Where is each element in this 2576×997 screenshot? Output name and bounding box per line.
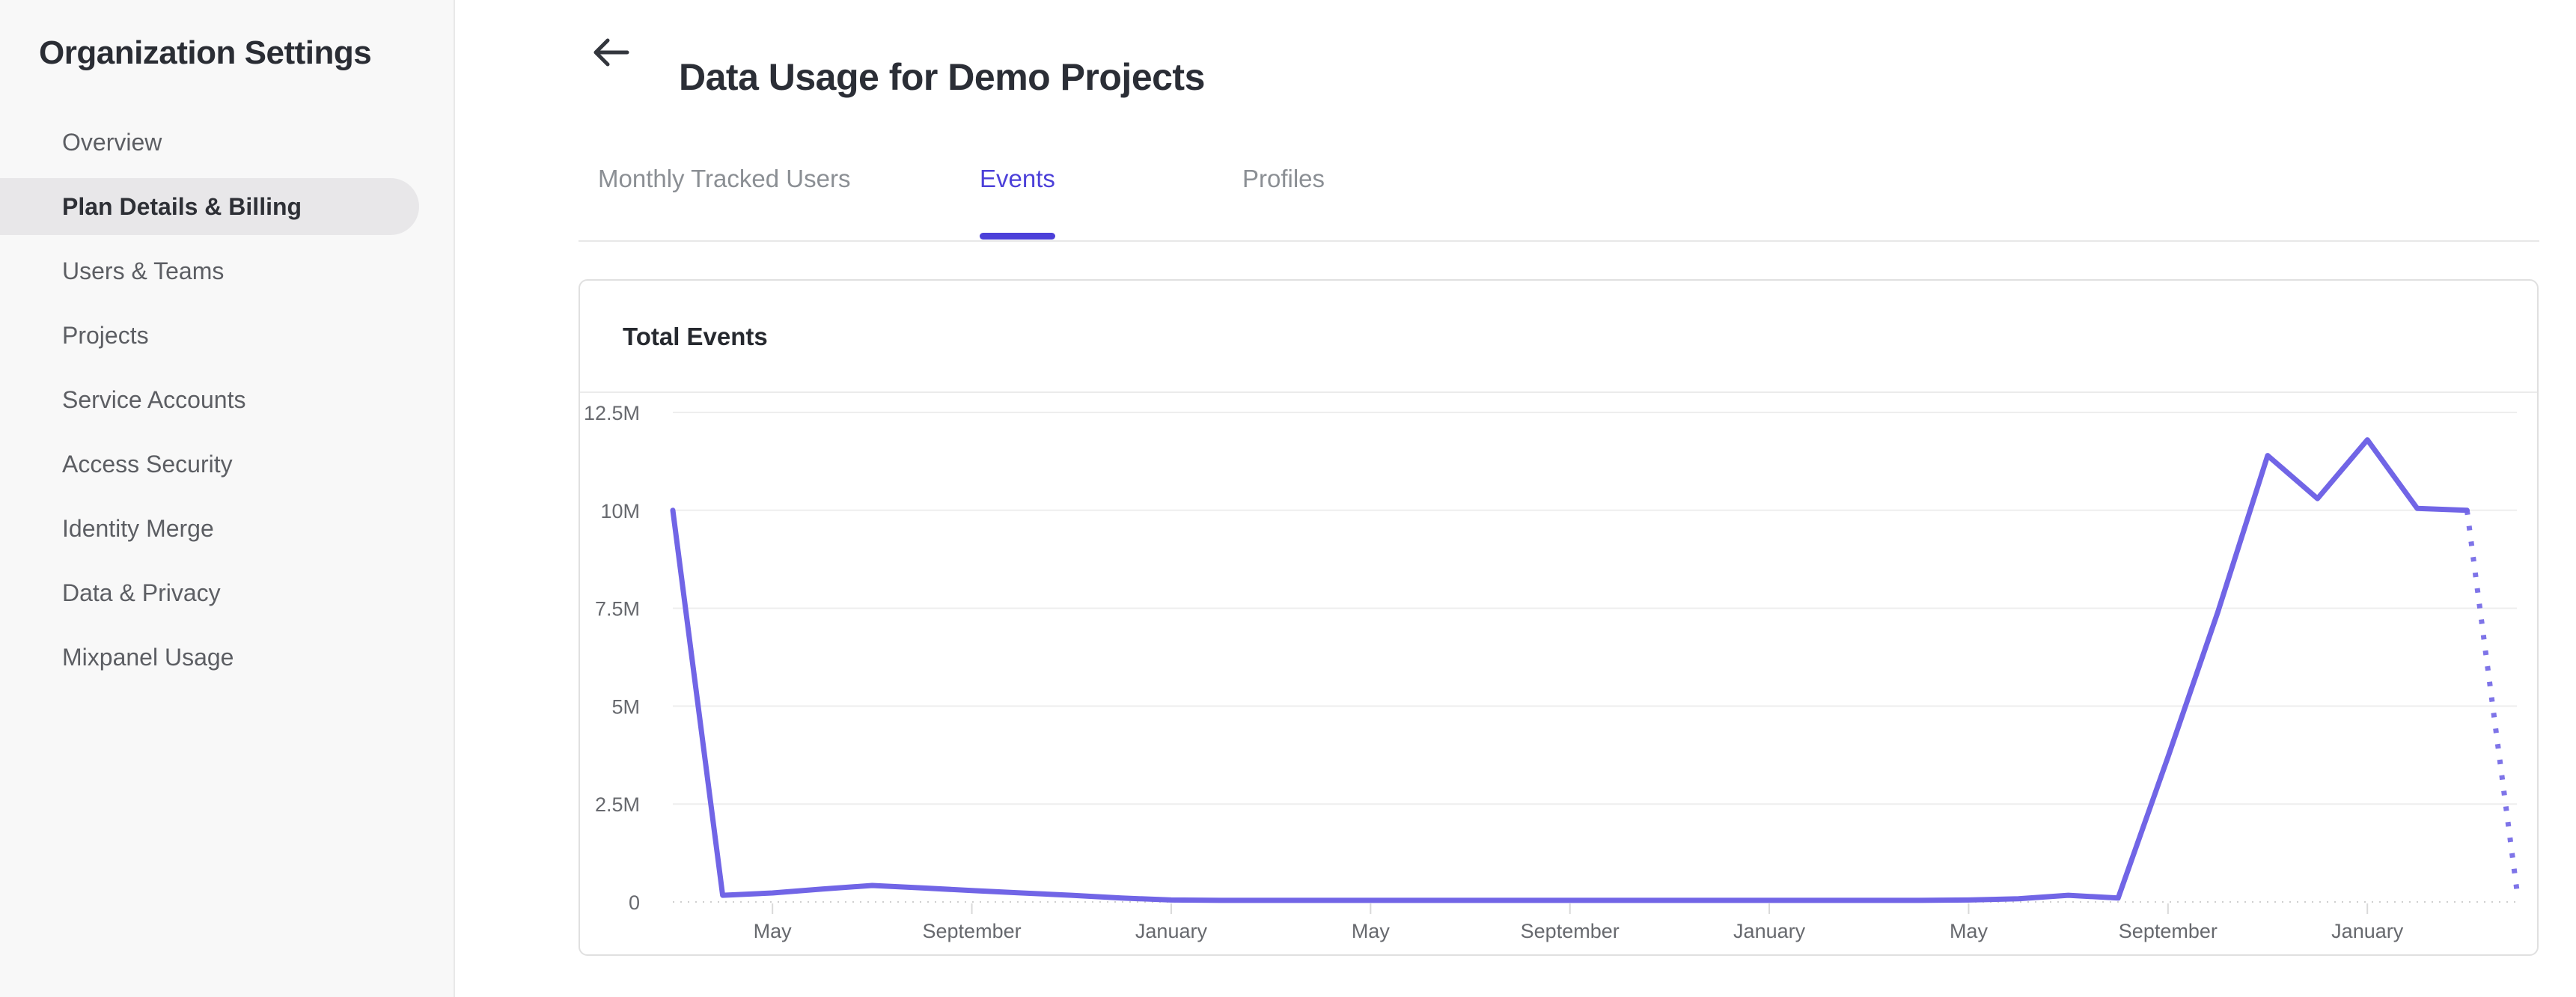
- sidebar-item-data-privacy[interactable]: Data & Privacy: [0, 564, 454, 621]
- sidebar-item-service-accounts[interactable]: Service Accounts: [0, 371, 454, 428]
- sidebar-item-mixpanel-usage[interactable]: Mixpanel Usage: [0, 629, 454, 686]
- card-header-divider: [580, 391, 2537, 393]
- sidebar-nav: Overview Plan Details & Billing Users & Te…: [0, 114, 454, 693]
- sidebar-item-access-security[interactable]: Access Security: [0, 436, 454, 493]
- tab-events[interactable]: Events: [980, 165, 1055, 241]
- total-events-card: Total Events: [579, 279, 2539, 956]
- tab-profiles[interactable]: Profiles: [1242, 165, 1325, 241]
- sidebar-item-plan-details-billing[interactable]: Plan Details & Billing: [0, 178, 419, 235]
- arrow-left-icon: [590, 34, 633, 73]
- sidebar-item-identity-merge[interactable]: Identity Merge: [0, 500, 454, 557]
- back-button[interactable]: [590, 31, 633, 75]
- sidebar-item-projects[interactable]: Projects: [0, 307, 454, 364]
- sidebar-item-overview[interactable]: Overview: [0, 114, 454, 171]
- organization-settings-sidebar: Organization Settings Overview Plan Detai…: [0, 0, 455, 997]
- sidebar-title: Organization Settings: [39, 34, 372, 71]
- page-title: Data Usage for Demo Projects: [679, 55, 1205, 98]
- sidebar-item-users-teams[interactable]: Users & Teams: [0, 243, 454, 299]
- card-title: Total Events: [623, 323, 768, 350]
- tab-monthly-tracked-users[interactable]: Monthly Tracked Users: [598, 165, 850, 241]
- tabs-divider: [579, 240, 2539, 242]
